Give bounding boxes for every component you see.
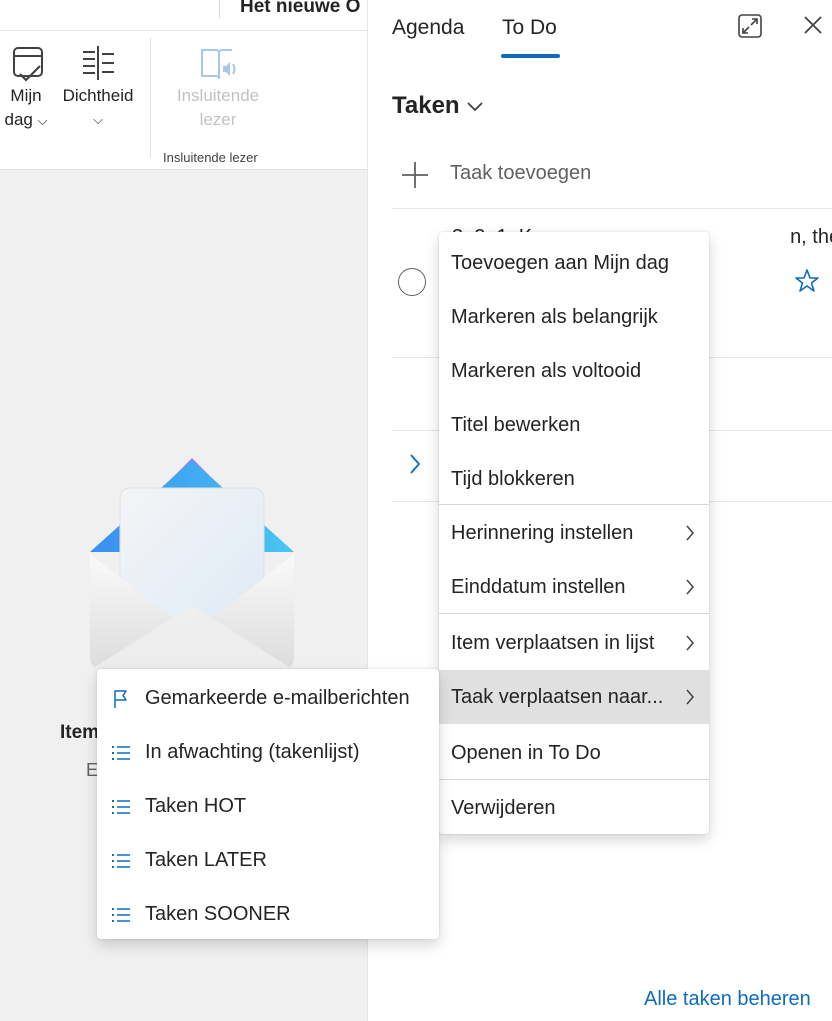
menu-item-mark-complete[interactable]: Markeren als voltooid: [439, 344, 709, 398]
menu-item-open-in-todo[interactable]: Openen in To Do: [439, 726, 709, 780]
star-icon[interactable]: [794, 268, 820, 294]
menu-item-label: Markeren als belangrijk: [451, 306, 658, 328]
menu-item-label: Markeren als voltooid: [451, 360, 642, 382]
chevron-right-icon: [686, 579, 694, 595]
chevron-right-icon[interactable]: [408, 452, 422, 476]
chevron-right-icon: [686, 635, 694, 651]
add-task-input[interactable]: Taak toevoegen: [450, 162, 591, 185]
submenu-item-label: Taken HOT: [145, 795, 247, 817]
list-icon: [112, 908, 130, 922]
menu-item-set-reminder[interactable]: Herinnering instellen: [439, 506, 709, 560]
menu-item-add-to-my-day[interactable]: Toevoegen aan Mijn dag: [439, 236, 709, 290]
menu-item-label: Herinnering instellen: [451, 522, 634, 544]
divider: [392, 208, 832, 209]
menu-item-block-time[interactable]: Tijd blokkeren: [439, 452, 709, 506]
menu-item-set-due-date[interactable]: Einddatum instellen: [439, 560, 709, 614]
ribbon: Het nieuwe O Mijn dag ⌵ Dichtheid ⌵ Insl…: [0, 0, 367, 170]
tab-todo[interactable]: To Do: [502, 16, 557, 40]
chevron-right-icon: [686, 689, 694, 705]
tab-agenda[interactable]: Agenda: [392, 16, 464, 40]
menu-item-edit-title[interactable]: Titel bewerken: [439, 398, 709, 452]
close-icon[interactable]: [800, 12, 826, 38]
submenu-item-pending[interactable]: In afwachting (takenlijst): [97, 725, 439, 779]
submenu-item-label: In afwachting (takenlijst): [145, 741, 360, 763]
density-label: Dichtheid: [62, 86, 134, 105]
menu-item-label: Tijd blokkeren: [451, 468, 575, 490]
my-day-label-1: Mijn: [10, 86, 42, 105]
submenu-item-label: Taken LATER: [145, 849, 267, 871]
calendar-check-icon: [13, 47, 43, 82]
my-day-label-2: dag ⌵: [4, 110, 48, 129]
menu-item-move-in-list[interactable]: Item verplaatsen in lijst: [439, 616, 709, 670]
density-icon: [83, 46, 114, 80]
immersive-reader-label-1: Insluitende: [176, 86, 260, 105]
list-title[interactable]: Taken: [392, 92, 460, 120]
chevron-down-icon[interactable]: [466, 100, 484, 114]
message-title: Het nieuwe O: [240, 0, 361, 17]
plus-icon[interactable]: [400, 160, 430, 190]
submenu-item-flagged-email[interactable]: Gemarkeerde e-mailberichten: [97, 671, 439, 725]
submenu-item-label: Taken SOONER: [145, 903, 291, 925]
ribbon-divider: [219, 0, 220, 18]
menu-item-label: Openen in To Do: [451, 742, 601, 764]
pop-out-icon[interactable]: [736, 12, 764, 40]
list-icon: [112, 854, 130, 868]
immersive-reader-label-2: lezer: [199, 110, 237, 129]
list-icon: [112, 746, 130, 760]
menu-item-label: Toevoegen aan Mijn dag: [451, 252, 669, 274]
chevron-down-icon: ⌵: [37, 113, 48, 128]
submenu-item-taken-later[interactable]: Taken LATER: [97, 833, 439, 887]
task-context-menu: Toevoegen aan Mijn dag Markeren als bela…: [439, 232, 709, 834]
menu-separator: [439, 504, 709, 505]
density-button[interactable]: Dichtheid ⌵: [56, 44, 140, 132]
envelope-illustration: [90, 458, 294, 670]
menu-separator: [439, 613, 709, 614]
chevron-down-icon: ⌵: [93, 112, 103, 127]
submenu-item-taken-sooner[interactable]: Taken SOONER: [97, 887, 439, 941]
list-icon: [112, 800, 130, 814]
immersive-reader-icon: [201, 49, 236, 80]
menu-item-label: Einddatum instellen: [451, 576, 626, 598]
menu-item-label: Titel bewerken: [451, 414, 581, 436]
menu-item-move-task-to[interactable]: Taak verplaatsen naar...: [439, 670, 709, 724]
move-task-submenu: Gemarkeerde e-mailberichten In afwachtin…: [97, 669, 439, 939]
manage-all-tasks-link[interactable]: Alle taken beheren: [644, 988, 811, 1011]
ribbon-group-separator: [150, 38, 151, 158]
menu-separator: [439, 779, 709, 780]
submenu-item-label: Gemarkeerde e-mailberichten: [145, 687, 410, 709]
ribbon-separator: [0, 30, 367, 31]
menu-item-delete[interactable]: Verwijderen: [439, 781, 709, 835]
immersive-reader-button[interactable]: Insluitende lezer: [168, 44, 268, 132]
ribbon-group-label: Insluitende lezer: [163, 150, 258, 165]
empty-state-title: Item: [60, 722, 100, 743]
submenu-item-taken-hot[interactable]: Taken HOT: [97, 779, 439, 833]
my-day-button[interactable]: Mijn dag ⌵: [0, 44, 52, 133]
flag-icon: [114, 690, 127, 708]
chevron-right-icon: [686, 525, 694, 541]
menu-item-mark-important[interactable]: Markeren als belangrijk: [439, 290, 709, 344]
menu-item-label: Verwijderen: [451, 797, 556, 819]
active-tab-indicator: [501, 54, 560, 58]
menu-item-label: Item verplaatsen in lijst: [451, 632, 655, 654]
menu-item-label: Taak verplaatsen naar...: [451, 686, 664, 708]
task-complete-checkbox[interactable]: [398, 268, 426, 296]
